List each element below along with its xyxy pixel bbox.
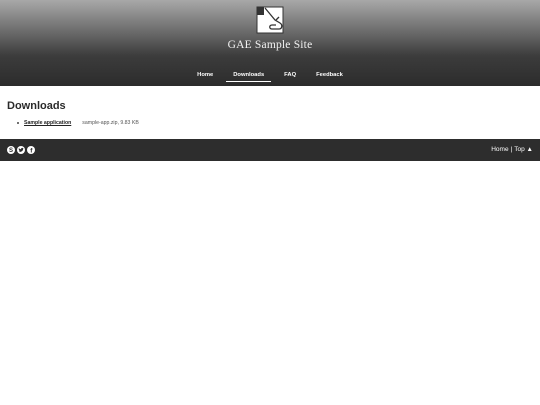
download-link-sample-application[interactable]: Sample application	[24, 120, 71, 126]
list-item: Sample application sample-app.zip, 9.83 …	[17, 120, 139, 126]
bullet-icon	[17, 122, 19, 124]
site-footer: S f Home | Top ▲	[0, 139, 540, 161]
main-nav: Home Downloads FAQ Feedback	[0, 68, 540, 86]
svg-text:S: S	[9, 148, 13, 154]
puzzle-logo-icon[interactable]	[256, 6, 284, 34]
page-title: Downloads	[7, 100, 66, 112]
footer-links: Home | Top ▲	[491, 146, 533, 153]
social-links: S f	[7, 146, 35, 154]
site-title[interactable]: GAE Sample Site	[0, 39, 540, 51]
nav-item-feedback[interactable]: Feedback	[309, 68, 350, 82]
footer-home-link[interactable]: Home	[491, 146, 508, 153]
back-to-top-link[interactable]: Top ▲	[514, 146, 533, 153]
download-list: Sample application sample-app.zip, 9.83 …	[17, 120, 139, 126]
nav-item-faq[interactable]: FAQ	[277, 68, 303, 82]
skype-icon[interactable]: S	[7, 146, 15, 154]
download-file-info: sample-app.zip, 9.83 KB	[82, 120, 139, 126]
facebook-icon[interactable]: f	[27, 146, 35, 154]
footer-separator: |	[510, 146, 513, 153]
nav-item-home[interactable]: Home	[190, 68, 220, 82]
nav-item-downloads[interactable]: Downloads	[226, 68, 272, 82]
twitter-icon[interactable]	[17, 146, 25, 154]
site-header: GAE Sample Site Home Downloads FAQ Feedb…	[0, 0, 540, 86]
svg-text:f: f	[30, 148, 33, 154]
